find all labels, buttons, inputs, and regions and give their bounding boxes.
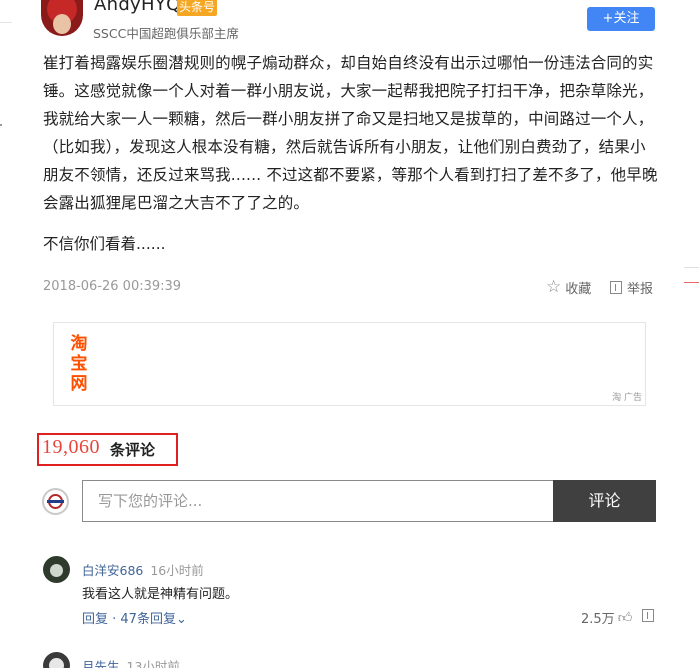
- comment-avatar[interactable]: [43, 556, 70, 583]
- comment-user-line: 月先生 13小时前: [82, 656, 180, 668]
- comment-count: 19,060: [42, 436, 100, 458]
- star-icon: ☆: [546, 277, 562, 297]
- author-name[interactable]: AndyHYQ: [94, 0, 181, 15]
- comment-text: 我看这人就是神精有问题。: [82, 587, 239, 602]
- follow-button[interactable]: +关注: [587, 7, 655, 31]
- post-timestamp: 2018-06-26 00:39:39: [43, 279, 182, 294]
- ad-label: 淘 广告: [612, 393, 642, 403]
- left-edge-marker: [0, 124, 2, 126]
- collect-button[interactable]: ☆ 收藏: [546, 277, 592, 297]
- right-edge-accent: [684, 282, 699, 283]
- report-button[interactable]: 举报: [610, 278, 654, 297]
- report-icon: [610, 280, 622, 294]
- post-tail: 不信你们看着......: [43, 235, 166, 253]
- ad-banner[interactable]: 淘宝网 淘 广告: [53, 322, 646, 406]
- comment-like-count: 2.5万: [581, 612, 615, 627]
- comment-like-button[interactable]: 2.5万 👍︎: [581, 608, 632, 627]
- comment-input[interactable]: [82, 480, 553, 522]
- comment-time: 16小时前: [150, 563, 204, 578]
- comment-user-line: 白洋安686 16小时前: [82, 560, 204, 579]
- comment-time: 13小时前: [126, 659, 180, 668]
- author-avatar[interactable]: [41, 0, 83, 36]
- comment-count-label: 条评论: [110, 441, 156, 459]
- comment-submit-button[interactable]: 评论: [553, 480, 656, 522]
- chevron-down-icon: ⌄: [175, 612, 187, 627]
- author-badge: 头条号: [177, 0, 217, 16]
- comment-report-icon[interactable]: [642, 609, 654, 622]
- report-label: 举报: [627, 281, 654, 297]
- comment-avatar[interactable]: [43, 652, 70, 668]
- left-edge-divider: [0, 22, 12, 23]
- ad-logo: 淘宝网: [70, 334, 88, 394]
- current-user-avatar: [42, 488, 69, 515]
- comment-reply-link[interactable]: 回复 · 47条回复⌄: [82, 608, 187, 627]
- right-edge-divider: [684, 267, 699, 268]
- author-description: SSCC中国超跑俱乐部主席: [93, 26, 239, 41]
- comment-username[interactable]: 白洋安686: [82, 563, 143, 578]
- thumb-up-icon: 👍︎: [617, 610, 633, 626]
- comment-username[interactable]: 月先生: [82, 659, 120, 668]
- post-body: 崔打着揭露娱乐圈潜规则的幌子煽动群众，却自始自终没有出示过哪怕一份违法合同的实锤…: [43, 54, 658, 212]
- comment-reply-label: 回复 · 47条回复: [82, 612, 176, 627]
- collect-label: 收藏: [565, 281, 592, 297]
